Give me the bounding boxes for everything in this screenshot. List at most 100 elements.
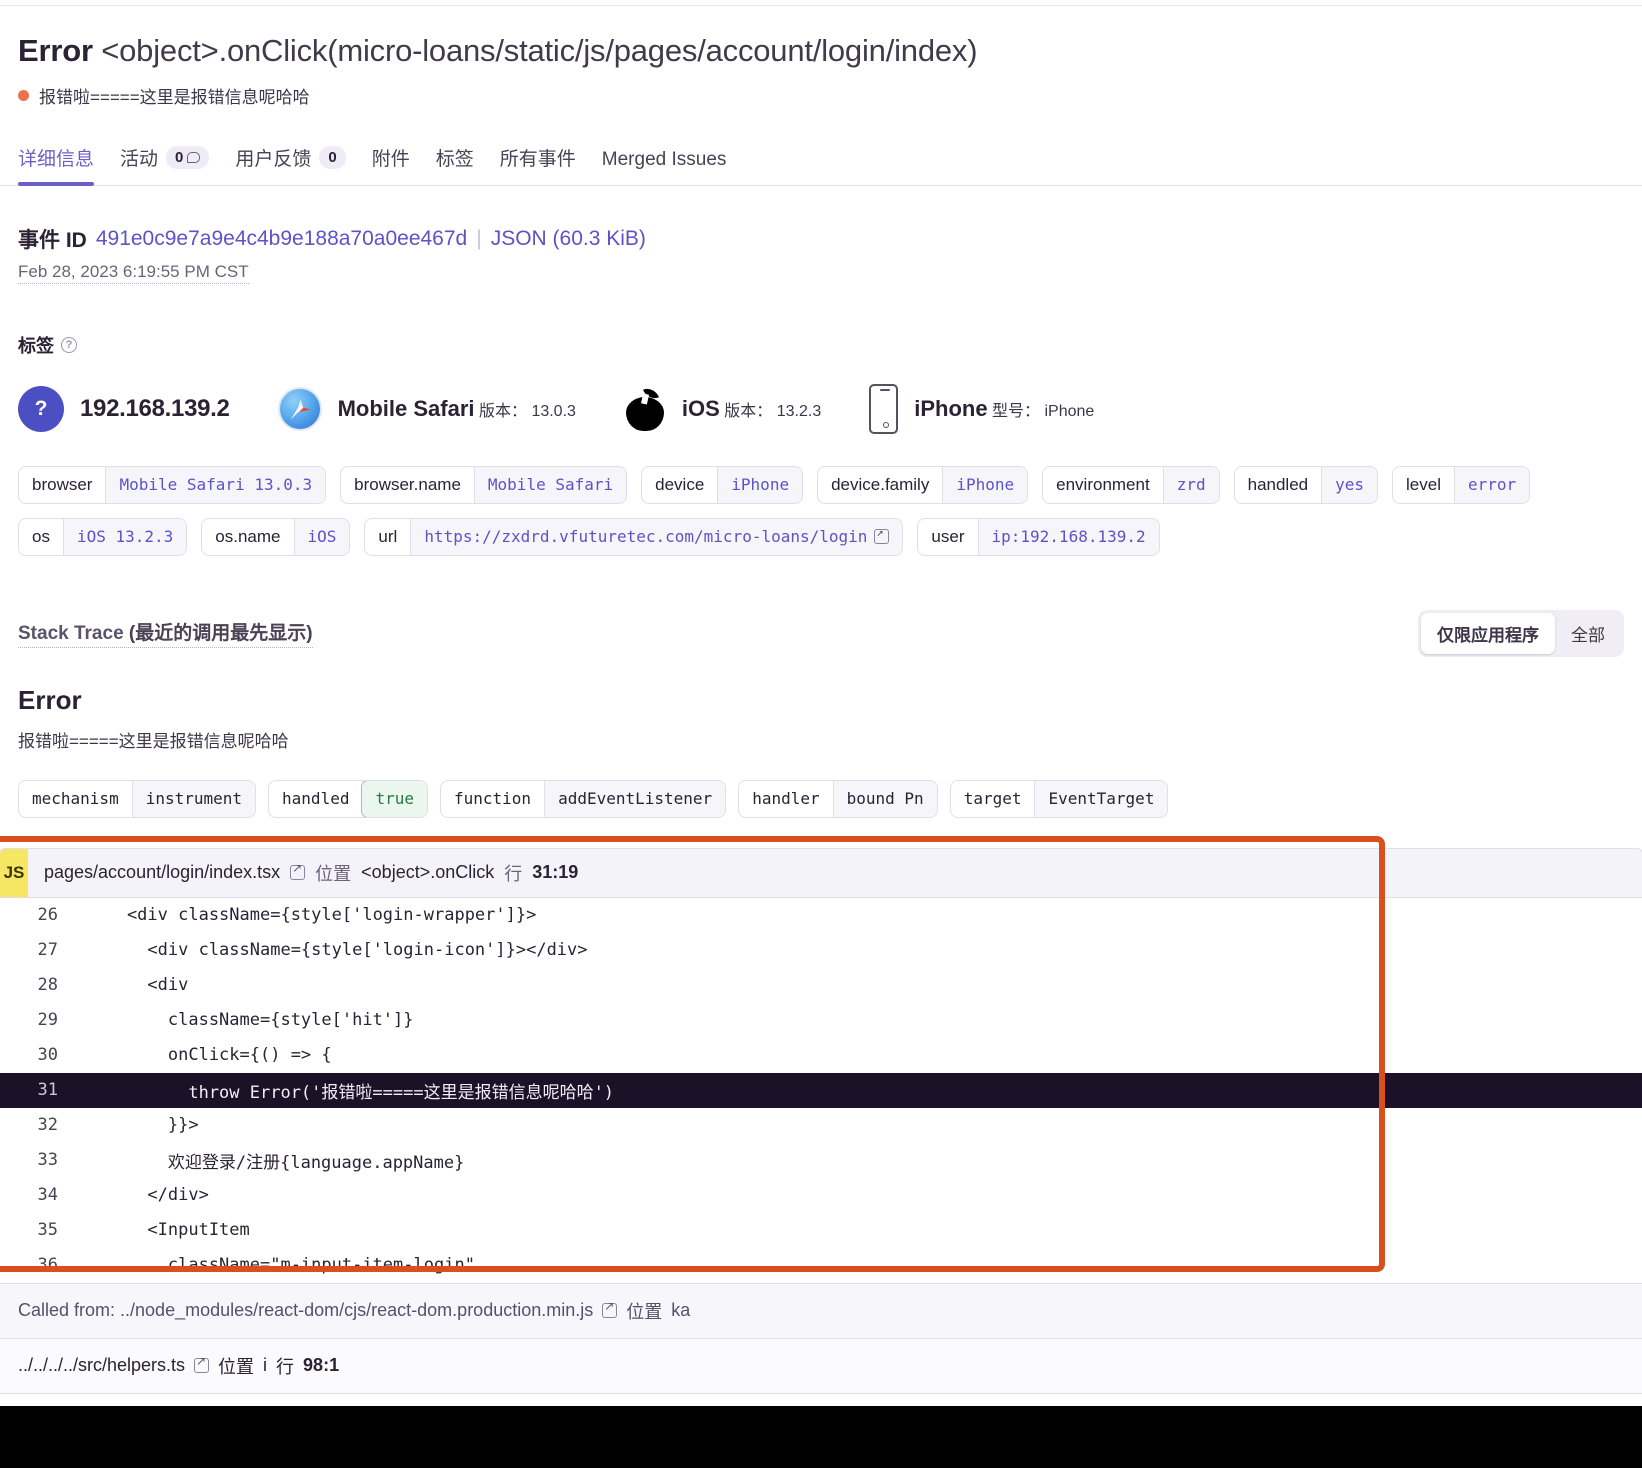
comment-bubble-icon xyxy=(187,151,201,163)
code-line-number: 35 xyxy=(37,1220,58,1241)
context-os-version: 版本： 13.2.3 xyxy=(724,403,821,420)
tab-all-events[interactable]: 所有事件 xyxy=(500,138,576,185)
tag-value: Mobile Safari xyxy=(473,466,627,503)
context-ip[interactable]: ? 192.168.139.2 xyxy=(18,385,230,432)
external-link-icon[interactable] xyxy=(194,1355,210,1374)
code-context: 26 <div className={style['login-wrapper'… xyxy=(0,897,1642,1283)
mechanism-pill[interactable]: function addEventListener xyxy=(440,779,727,818)
safari-icon xyxy=(277,386,322,431)
tag-pill[interactable]: device iPhone xyxy=(641,465,804,504)
tag-key: os.name xyxy=(215,526,281,546)
code-line-number: 34 xyxy=(37,1185,58,1206)
frame-line-label: 行 xyxy=(504,863,523,884)
tab-tags[interactable]: 标签 xyxy=(436,138,474,185)
tag-key: device xyxy=(655,474,705,494)
code-line-number: 27 xyxy=(37,940,58,961)
frame-in-label: 位置 xyxy=(218,1356,255,1377)
mechanism-pill[interactable]: handler bound Pn xyxy=(738,779,938,818)
tag-key: browser xyxy=(32,474,93,494)
event-id-value[interactable]: 491e0c9e7a9e4c4b9e188a70a0ee467d xyxy=(96,227,467,251)
tag-value: yes xyxy=(1321,466,1378,503)
tag-pill[interactable]: url https://zxdrd.vfuturetec.com/micro-lo… xyxy=(364,517,904,556)
context-browser-version-label: 版本： xyxy=(478,402,527,420)
external-link-icon[interactable] xyxy=(602,1300,618,1319)
mechanism-pill[interactable]: mechanism instrument xyxy=(18,779,257,818)
event-id-separator: | xyxy=(476,226,482,250)
stack-trace-title: Stack Trace (最近的调用最先显示) xyxy=(18,618,313,649)
context-device[interactable]: iPhone 型号： iPhone xyxy=(869,383,1094,434)
tag-value: iPhone xyxy=(942,466,1028,503)
tag-key: level xyxy=(1406,474,1441,494)
stack-frame-row-called-from[interactable]: Called from: ../node_modules/react-dom/c… xyxy=(0,1282,1642,1338)
tag-value-text: https://zxdrd.vfuturetec.com/micro-loans… xyxy=(424,527,868,547)
activity-count-badge: 0 xyxy=(166,145,210,169)
iphone-icon xyxy=(869,383,899,434)
stack-trace-title-cn: (最近的调用最先显示) xyxy=(128,623,313,645)
code-line-source: throw Error('报错啦=====这里是报错信息呢哈哈') xyxy=(86,1082,615,1103)
context-ip-value: 192.168.139.2 xyxy=(80,394,230,422)
tag-key: url xyxy=(378,526,398,546)
stack-frame-row-helpers[interactable]: ../../../../src/helpers.ts 位置 i 行 98:1 xyxy=(0,1337,1642,1393)
code-line-source: 欢迎登录/注册{language.appName} xyxy=(86,1152,465,1173)
activity-count: 0 xyxy=(175,148,184,166)
issue-tabs[interactable]: 详细信息 活动 0 用户反馈 0 附件 标签 所有事件 Merged Issue… xyxy=(0,138,1642,186)
code-line: 28 <div xyxy=(0,968,1642,1003)
context-os[interactable]: iOS 版本： 13.2.3 xyxy=(624,384,821,433)
external-link-icon[interactable] xyxy=(874,526,890,545)
event-json-link[interactable]: JSON (60.3 KiB) xyxy=(491,227,646,251)
question-mark-icon[interactable]: ? xyxy=(61,336,77,353)
issue-culprit-row: 报错啦=====这里是报错信息呢哈哈 xyxy=(18,83,1624,108)
mechanism-pill[interactable]: handled true xyxy=(268,779,428,818)
tag-pill[interactable]: os.name iOS xyxy=(201,517,351,556)
frame-path: Called from: ../node_modules/react-dom/c… xyxy=(18,1300,594,1321)
tab-label: Merged Issues xyxy=(601,148,727,170)
stack-trace-header: Stack Trace (最近的调用最先显示) 仅限应用程序 全部 xyxy=(18,609,1624,657)
frame-function-name: <object>.onClick xyxy=(361,862,495,883)
frame-line-label: 行 xyxy=(276,1356,295,1377)
mechanism-value: addEventListener xyxy=(544,780,726,817)
context-os-text: iOS 版本： 13.2.3 xyxy=(682,396,821,422)
mechanism-value: instrument xyxy=(131,780,256,817)
context-os-version-label: 版本： xyxy=(724,402,773,420)
error-location: <object>.onClick(micro-loans/static/js/p… xyxy=(101,33,978,68)
tab-label: 详细信息 xyxy=(18,148,95,170)
context-device-model-label: 型号： xyxy=(992,402,1041,420)
apple-icon xyxy=(624,384,666,433)
code-line-source: <div className={style['login-wrapper']}> xyxy=(86,905,537,926)
tag-pill[interactable]: level error xyxy=(1392,465,1531,504)
external-link-icon[interactable] xyxy=(290,862,306,881)
code-line-source: className={style['hit']} xyxy=(86,1010,414,1031)
tab-merged-issues[interactable]: Merged Issues xyxy=(602,143,727,185)
tag-pill[interactable]: os iOS 13.2.3 xyxy=(18,517,188,556)
page-title: Error <object>.onClick(micro-loans/stati… xyxy=(18,32,1624,71)
frame-line-value: 98:1 xyxy=(303,1355,340,1376)
mechanism-value: true xyxy=(361,780,428,817)
tag-pill[interactable]: handled yes xyxy=(1233,465,1379,504)
tag-pill[interactable]: user ip:192.168.139.2 xyxy=(917,517,1160,556)
tag-pill[interactable]: browser.name Mobile Safari xyxy=(340,465,628,504)
frame-file-path: pages/account/login/index.tsx xyxy=(44,862,281,883)
context-browser[interactable]: Mobile Safari 版本： 13.0.3 xyxy=(277,386,576,431)
tag-pill[interactable]: environment zrd xyxy=(1042,465,1220,504)
issue-message: 报错啦=====这里是报错信息呢哈哈 xyxy=(39,87,310,107)
stack-trace-title-en: Stack Trace xyxy=(18,623,124,645)
mechanism-value: bound Pn xyxy=(832,780,937,817)
tab-activity[interactable]: 活动 0 xyxy=(120,138,210,185)
tab-label: 活动 xyxy=(120,148,159,170)
tag-value: https://zxdrd.vfuturetec.com/micro-loans… xyxy=(410,518,903,555)
tag-pill[interactable]: device.family iPhone xyxy=(817,465,1029,504)
code-line-number: 32 xyxy=(37,1115,58,1136)
code-line-source: <InputItem xyxy=(86,1220,250,1241)
stack-frame-header[interactable]: JS pages/account/login/index.tsx 位置 <obj… xyxy=(0,848,1642,898)
stack-trace-scope-toggle[interactable]: 仅限应用程序 全部 xyxy=(1418,609,1624,657)
tag-pill[interactable]: browser Mobile Safari 13.0.3 xyxy=(18,465,327,504)
mechanism-pill[interactable]: target EventTarget xyxy=(949,779,1169,818)
scope-app-only-button[interactable]: 仅限应用程序 xyxy=(1421,612,1555,654)
code-line: 30 onClick={() => { xyxy=(0,1038,1642,1073)
scope-all-button[interactable]: 全部 xyxy=(1555,613,1621,654)
tab-details[interactable]: 详细信息 xyxy=(18,138,95,186)
tab-user-feedback[interactable]: 用户反馈 0 xyxy=(235,138,346,185)
tab-attachments[interactable]: 附件 xyxy=(372,138,410,185)
code-line-number: 30 xyxy=(37,1045,58,1066)
code-line: 36 className="m-input-item-login" xyxy=(0,1248,1642,1283)
